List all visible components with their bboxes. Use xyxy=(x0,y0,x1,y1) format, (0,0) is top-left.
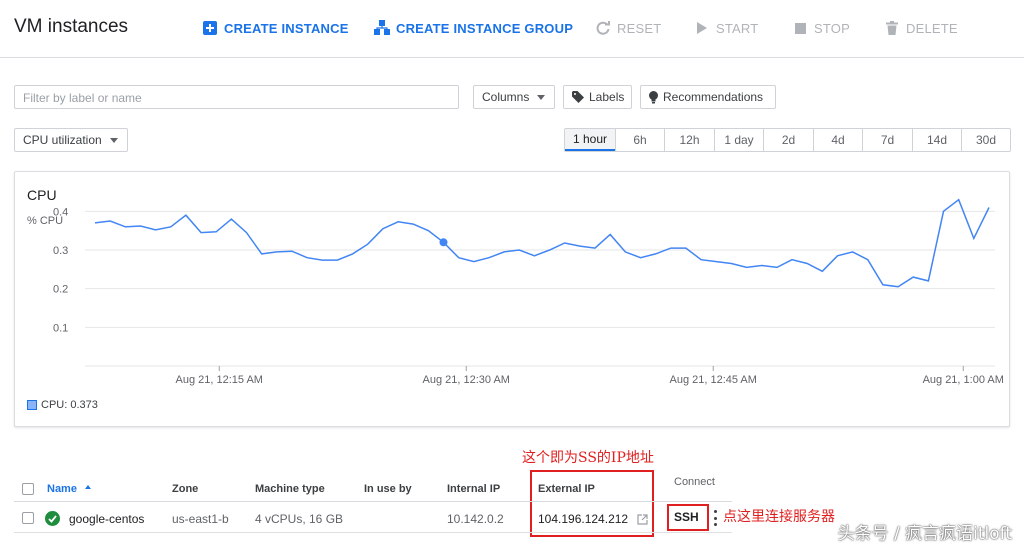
label-tag-icon xyxy=(572,91,584,103)
range-1-day[interactable]: 1 day xyxy=(714,129,763,151)
start-button[interactable]: START xyxy=(694,18,758,38)
col-connect: Connect xyxy=(674,476,715,488)
range-1-hour[interactable]: 1 hour xyxy=(565,129,615,151)
x-tick-label: Aug 21, 12:30 AM xyxy=(423,374,510,386)
filter-input[interactable]: Filter by label or name xyxy=(14,85,459,109)
cpu-chart: 0.40.30.20.1Aug 21, 12:15 AM Aug 21, 12:3… xyxy=(53,198,1004,386)
labels-label: Labels xyxy=(589,90,625,104)
columns-label: Columns xyxy=(482,90,530,104)
delete-button[interactable]: DELETE xyxy=(884,18,958,38)
instance-zone: us-east1-b xyxy=(172,512,229,526)
metric-label: CPU utilization xyxy=(23,133,102,147)
instances-table-header: Name Zone Machine type In use by Interna… xyxy=(14,476,732,502)
stop-icon xyxy=(792,20,808,36)
watermark: 头条号 / 疯言疯语itloft xyxy=(837,524,1012,544)
ssh-annotation: 点这里连接服务器 xyxy=(723,509,835,525)
create-instance-button[interactable]: CREATE INSTANCE xyxy=(202,18,349,38)
more-vert-icon[interactable] xyxy=(713,510,717,526)
labels-button[interactable]: Labels xyxy=(563,85,632,109)
ip-annotation: 这个即为SS的IP地址 xyxy=(522,450,654,466)
select-all-checkbox[interactable] xyxy=(22,483,34,495)
page-title: VM instances xyxy=(14,16,129,37)
stop-button[interactable]: STOP xyxy=(792,18,850,38)
status-running-icon xyxy=(45,511,60,526)
refresh-icon xyxy=(595,20,611,36)
instance-name-link[interactable]: google-centos xyxy=(69,512,144,526)
col-external-ip[interactable]: External IP xyxy=(538,483,595,495)
y-tick-label: 0.2 xyxy=(53,284,68,296)
metric-dropdown[interactable]: CPU utilization xyxy=(14,128,128,152)
chart-y-axis-label: % CPU xyxy=(27,215,64,227)
col-zone[interactable]: Zone xyxy=(172,483,198,495)
col-machine-type[interactable]: Machine type xyxy=(255,483,325,495)
instance-internal-ip: 10.142.0.2 xyxy=(447,512,504,526)
col-name[interactable]: Name xyxy=(47,483,92,495)
recommendations-button[interactable]: Recommendations xyxy=(640,85,776,109)
cpu-highlight-point xyxy=(439,238,448,247)
lightbulb-icon xyxy=(649,90,658,104)
chart-title: CPU xyxy=(27,187,57,203)
instance-external-ip[interactable]: 104.196.124.212 xyxy=(538,512,628,526)
y-tick-label: 0.1 xyxy=(53,322,68,334)
add-box-icon xyxy=(202,20,218,36)
vm-instances-page: VM instances CREATE INSTANCE CREATE INST… xyxy=(0,0,1024,550)
instance-machine-type: 4 vCPUs, 16 GB xyxy=(255,512,344,526)
page-header: VM instances CREATE INSTANCE CREATE INST… xyxy=(0,0,1024,58)
chart-legend[interactable]: CPU: 0.373 xyxy=(27,399,98,411)
row-checkbox[interactable] xyxy=(22,512,34,524)
sort-arrow-up-icon xyxy=(84,483,92,495)
delete-label: DELETE xyxy=(906,20,958,36)
x-tick-label: Aug 21, 12:15 AM xyxy=(176,374,263,386)
reset-label: RESET xyxy=(617,20,662,36)
play-icon xyxy=(694,20,710,36)
open-external-icon[interactable] xyxy=(637,512,648,530)
range-6h[interactable]: 6h xyxy=(615,129,664,151)
create-instance-group-button[interactable]: CREATE INSTANCE GROUP xyxy=(374,18,573,38)
x-tick-label: Aug 21, 12:45 AM xyxy=(669,374,756,386)
range-2d[interactable]: 2d xyxy=(763,129,813,151)
table-row: google-centos us-east1-b 4 vCPUs, 16 GB … xyxy=(14,505,732,533)
create-instance-group-label: CREATE INSTANCE GROUP xyxy=(396,20,574,36)
col-name-label: Name xyxy=(47,483,77,495)
stop-label: STOP xyxy=(814,20,850,36)
col-in-use-by[interactable]: In use by xyxy=(364,483,412,495)
cpu-series-line xyxy=(94,198,990,288)
range-12h[interactable]: 12h xyxy=(664,129,714,151)
instance-group-icon xyxy=(374,20,390,36)
legend-swatch xyxy=(27,400,37,410)
recommendations-label: Recommendations xyxy=(663,90,764,104)
legend-label: CPU: 0.373 xyxy=(41,399,98,411)
columns-dropdown[interactable]: Columns xyxy=(473,85,555,109)
col-internal-ip[interactable]: Internal IP xyxy=(447,483,500,495)
start-label: START xyxy=(716,20,759,36)
x-tick-label: Aug 21, 1:00 AM xyxy=(923,374,1004,386)
range-30d[interactable]: 30d xyxy=(961,129,1010,151)
create-instance-label: CREATE INSTANCE xyxy=(224,20,349,36)
cpu-chart-card: 0.4 0.3 0.2 0.1 Aug 21, 12:15 AM Aug 21, 12:3… xyxy=(14,171,1010,427)
range-4d[interactable]: 4d xyxy=(813,129,862,151)
trash-icon xyxy=(884,20,900,36)
range-14d[interactable]: 14d xyxy=(912,129,961,151)
reset-button[interactable]: RESET xyxy=(595,18,661,38)
range-7d[interactable]: 7d xyxy=(862,129,912,151)
chevron-down-icon xyxy=(109,137,118,143)
time-range-selector: 1 hour 6h 12h 1 day 2d 4d 7d 14d 30d xyxy=(564,128,1011,152)
ssh-button[interactable]: SSH xyxy=(674,510,699,524)
filter-placeholder: Filter by label or name xyxy=(23,91,142,105)
y-tick-label: 0.3 xyxy=(53,245,68,257)
chevron-down-icon xyxy=(537,94,546,100)
